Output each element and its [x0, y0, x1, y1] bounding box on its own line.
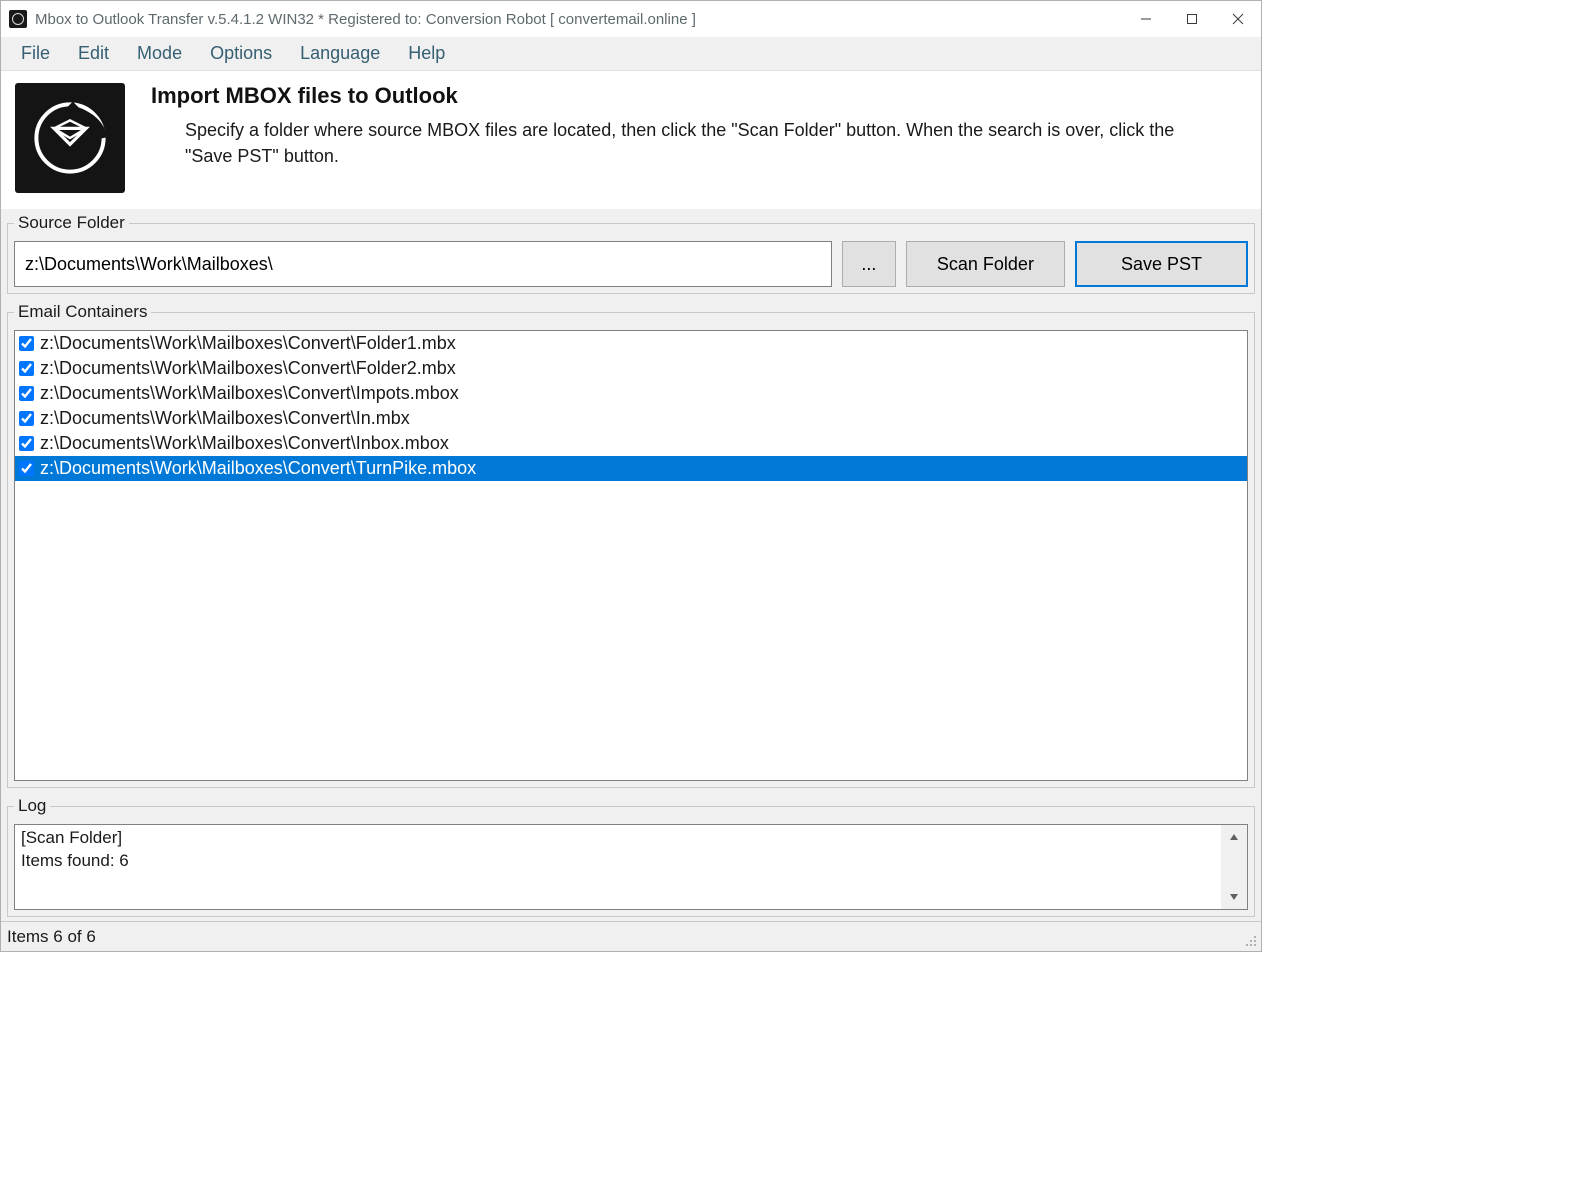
- container-checkbox[interactable]: [19, 361, 34, 376]
- scan-folder-button[interactable]: Scan Folder: [906, 241, 1065, 287]
- status-bar: Items 6 of 6: [1, 921, 1261, 951]
- menu-options[interactable]: Options: [196, 39, 286, 68]
- container-checkbox[interactable]: [19, 336, 34, 351]
- email-containers-group: Email Containers z:\Documents\Work\Mailb…: [7, 302, 1255, 788]
- scroll-up-icon[interactable]: [1221, 825, 1247, 849]
- status-text: Items 6 of 6: [7, 927, 96, 947]
- menu-help[interactable]: Help: [394, 39, 459, 68]
- containers-list[interactable]: z:\Documents\Work\Mailboxes\Convert\Fold…: [14, 330, 1248, 781]
- container-row[interactable]: z:\Documents\Work\Mailboxes\Convert\Inbo…: [15, 431, 1247, 456]
- container-row[interactable]: z:\Documents\Work\Mailboxes\Convert\In.m…: [15, 406, 1247, 431]
- minimize-button[interactable]: [1123, 1, 1169, 37]
- container-row[interactable]: z:\Documents\Work\Mailboxes\Convert\Impo…: [15, 381, 1247, 406]
- scroll-down-icon[interactable]: [1221, 885, 1247, 909]
- page-title: Import MBOX files to Outlook: [151, 83, 1205, 109]
- container-row[interactable]: z:\Documents\Work\Mailboxes\Convert\Turn…: [15, 456, 1247, 481]
- container-path: z:\Documents\Work\Mailboxes\Convert\Fold…: [40, 333, 456, 354]
- window-title: Mbox to Outlook Transfer v.5.4.1.2 WIN32…: [35, 11, 1123, 28]
- menu-mode[interactable]: Mode: [123, 39, 196, 68]
- source-folder-group: Source Folder ... Scan Folder Save PST: [7, 213, 1255, 294]
- container-path: z:\Documents\Work\Mailboxes\Convert\Fold…: [40, 358, 456, 379]
- container-path: z:\Documents\Work\Mailboxes\Convert\Inbo…: [40, 433, 449, 454]
- email-containers-legend: Email Containers: [14, 302, 151, 322]
- header-panel: Import MBOX files to Outlook Specify a f…: [1, 71, 1261, 209]
- log-scrollbar[interactable]: [1221, 825, 1247, 909]
- container-row[interactable]: z:\Documents\Work\Mailboxes\Convert\Fold…: [15, 331, 1247, 356]
- log-output: [Scan Folder] Items found: 6: [15, 825, 1221, 909]
- container-path: z:\Documents\Work\Mailboxes\Convert\Turn…: [40, 458, 476, 479]
- titlebar: Mbox to Outlook Transfer v.5.4.1.2 WIN32…: [1, 1, 1261, 37]
- container-checkbox[interactable]: [19, 461, 34, 476]
- close-button[interactable]: [1215, 1, 1261, 37]
- save-pst-button[interactable]: Save PST: [1075, 241, 1248, 287]
- app-icon: [9, 10, 27, 28]
- resize-grip-icon[interactable]: [1241, 931, 1259, 949]
- container-row[interactable]: z:\Documents\Work\Mailboxes\Convert\Fold…: [15, 356, 1247, 381]
- container-checkbox[interactable]: [19, 436, 34, 451]
- maximize-button[interactable]: [1169, 1, 1215, 37]
- menu-file[interactable]: File: [7, 39, 64, 68]
- container-checkbox[interactable]: [19, 411, 34, 426]
- product-logo-icon: [15, 83, 125, 193]
- container-checkbox[interactable]: [19, 386, 34, 401]
- source-folder-input[interactable]: [14, 241, 832, 287]
- page-description: Specify a folder where source MBOX files…: [185, 117, 1205, 169]
- log-legend: Log: [14, 796, 50, 816]
- menu-bar: FileEditModeOptionsLanguageHelp: [1, 37, 1261, 71]
- log-group: Log [Scan Folder] Items found: 6: [7, 796, 1255, 917]
- menu-language[interactable]: Language: [286, 39, 394, 68]
- menu-edit[interactable]: Edit: [64, 39, 123, 68]
- browse-button[interactable]: ...: [842, 241, 896, 287]
- container-path: z:\Documents\Work\Mailboxes\Convert\Impo…: [40, 383, 459, 404]
- container-path: z:\Documents\Work\Mailboxes\Convert\In.m…: [40, 408, 410, 429]
- source-folder-legend: Source Folder: [14, 213, 129, 233]
